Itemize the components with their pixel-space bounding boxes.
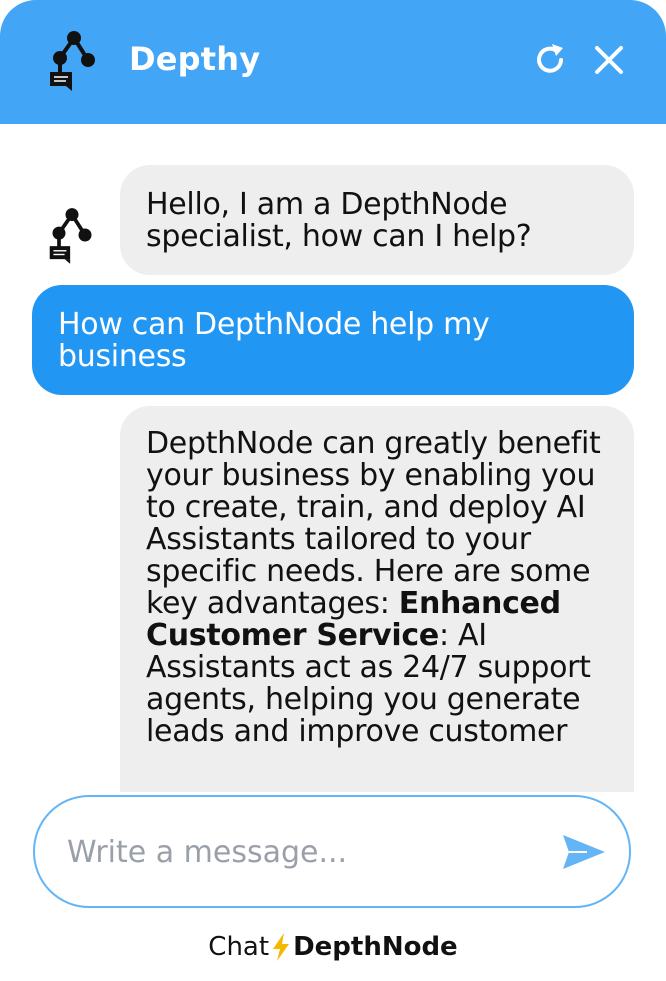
refresh-button[interactable] <box>530 40 570 80</box>
chat-header: Depthy <box>0 0 666 124</box>
footer-brand: DepthNode <box>293 932 458 962</box>
message-input[interactable] <box>67 827 537 877</box>
footer-prefix: Chat <box>208 932 270 962</box>
bot-message: Hello, I am a DepthNode specialist, how … <box>120 165 634 275</box>
lightning-icon <box>273 933 290 961</box>
node-graph-icon <box>50 31 95 91</box>
chat-widget: Depthy Hello, I am a DepthNode specialis… <box>0 0 666 981</box>
user-message: How can DepthNode help my business <box>32 285 634 395</box>
message-list[interactable]: Hello, I am a DepthNode specialist, how … <box>0 124 666 792</box>
chat-title: Depthy <box>129 40 261 78</box>
bot-message: DepthNode can greatly benefit your busin… <box>120 406 634 792</box>
close-icon <box>595 46 623 74</box>
send-icon[interactable] <box>561 833 607 871</box>
message-composer <box>33 795 631 908</box>
powered-by[interactable]: Chat DepthNode <box>0 930 666 964</box>
refresh-icon <box>537 44 563 73</box>
bot-avatar-icon <box>49 208 92 264</box>
close-button[interactable] <box>589 40 629 80</box>
